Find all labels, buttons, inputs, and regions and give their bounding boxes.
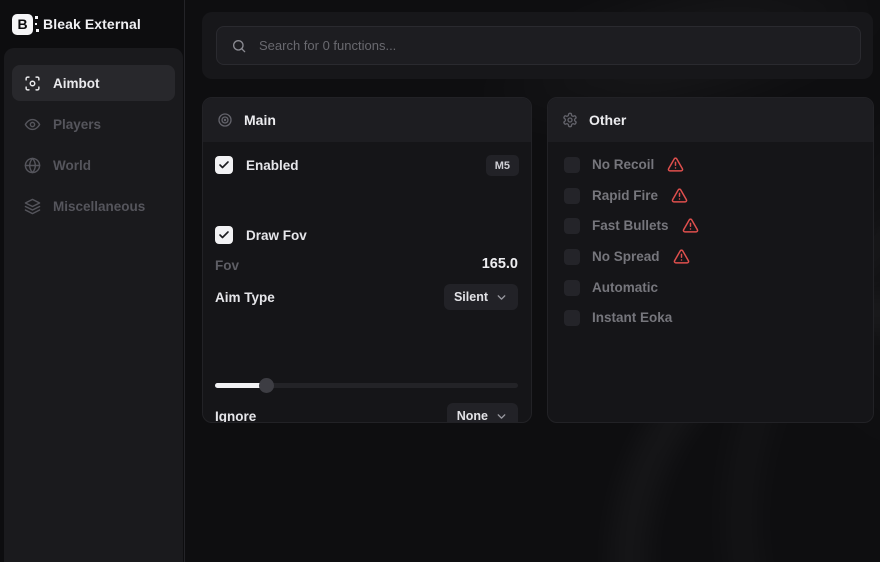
no-spread-row: No Spread [564,248,861,265]
no-recoil-checkbox[interactable] [564,157,580,173]
other-panel: Other No Recoil Rapid Fire Fast Bullets … [547,97,874,423]
main-panel: Main Enabled M5 Aim Type Silent [202,97,532,423]
sidebar-item-players[interactable]: Players [12,106,175,142]
no-spread-label: No Spread [592,249,660,264]
aim-type-value: Silent [454,290,488,304]
aim-type-label: Aim Type [215,290,275,305]
main-panel-header: Main [203,98,531,142]
enabled-label: Enabled [246,158,299,173]
app-logo-icon: B [12,14,33,35]
sidebar-nav: Aimbot Players World Miscellaneous [4,48,183,562]
sidebar: B Bleak External Aimbot Players World Mi… [0,0,185,562]
sidebar-item-miscellaneous[interactable]: Miscellaneous [12,188,175,224]
check-icon [218,229,230,241]
keybind-badge[interactable]: M5 [486,155,519,176]
fast-bullets-row: Fast Bullets [564,217,861,234]
sidebar-item-aimbot[interactable]: Aimbot [12,65,175,101]
fov-label: Fov [215,258,239,273]
app-window: B Bleak External Aimbot Players World Mi… [0,0,880,562]
chevron-down-icon [495,291,508,304]
fast-bullets-label: Fast Bullets [592,218,669,233]
automatic-label: Automatic [592,280,658,295]
no-recoil-label: No Recoil [592,157,654,172]
sidebar-item-world[interactable]: World [12,147,175,183]
other-panel-header: Other [548,98,873,142]
draw-fov-checkbox[interactable] [215,226,233,244]
instant-eoka-label: Instant Eoka [592,310,672,325]
rapid-fire-label: Rapid Fire [592,188,658,203]
focus-icon [24,75,41,92]
sidebar-item-label: Players [53,117,101,132]
panel-title: Main [244,112,276,128]
fast-bullets-checkbox[interactable] [564,218,580,234]
target-icon [217,112,233,128]
fov-value: 165.0 [482,256,518,272]
warning-triangle-icon [673,248,690,265]
rapid-fire-row: Rapid Fire [564,187,861,204]
ignore-label: Ignore [215,409,256,423]
sidebar-item-label: Miscellaneous [53,199,145,214]
fov-slider-handle[interactable] [259,378,274,393]
warning-triangle-icon [671,187,688,204]
ignore-dropdown[interactable]: None [447,403,518,423]
rapid-fire-checkbox[interactable] [564,188,580,204]
search-input[interactable] [259,38,846,53]
no-spread-checkbox[interactable] [564,249,580,265]
warning-triangle-icon [667,156,684,173]
no-recoil-row: No Recoil [564,156,861,173]
search-icon [231,38,247,54]
ignore-value: None [457,409,488,423]
app-title: Bleak External [43,16,141,32]
sidebar-item-label: Aimbot [53,76,100,91]
panel-title: Other [589,112,626,128]
instant-eoka-row: Instant Eoka [564,309,861,326]
sidebar-header: B Bleak External [0,0,184,48]
automatic-row: Automatic [564,279,861,296]
search-bar-container [202,12,873,79]
instant-eoka-checkbox[interactable] [564,310,580,326]
automatic-checkbox[interactable] [564,280,580,296]
eye-icon [24,116,41,133]
enabled-checkbox[interactable] [215,156,233,174]
gear-icon [562,112,578,128]
search-box [216,26,861,65]
draw-fov-label: Draw Fov [246,228,307,243]
main-content: Main Enabled M5 Aim Type Silent [186,0,880,562]
warning-triangle-icon [682,217,699,234]
fov-slider[interactable] [215,383,518,388]
sidebar-item-label: World [53,158,91,173]
aim-type-dropdown[interactable]: Silent [444,284,518,310]
check-icon [218,159,230,171]
enabled-row: Enabled [215,156,299,174]
layers-icon [24,198,41,215]
draw-fov-row: Draw Fov [215,226,307,244]
chevron-down-icon [495,410,508,423]
globe-icon [24,157,41,174]
